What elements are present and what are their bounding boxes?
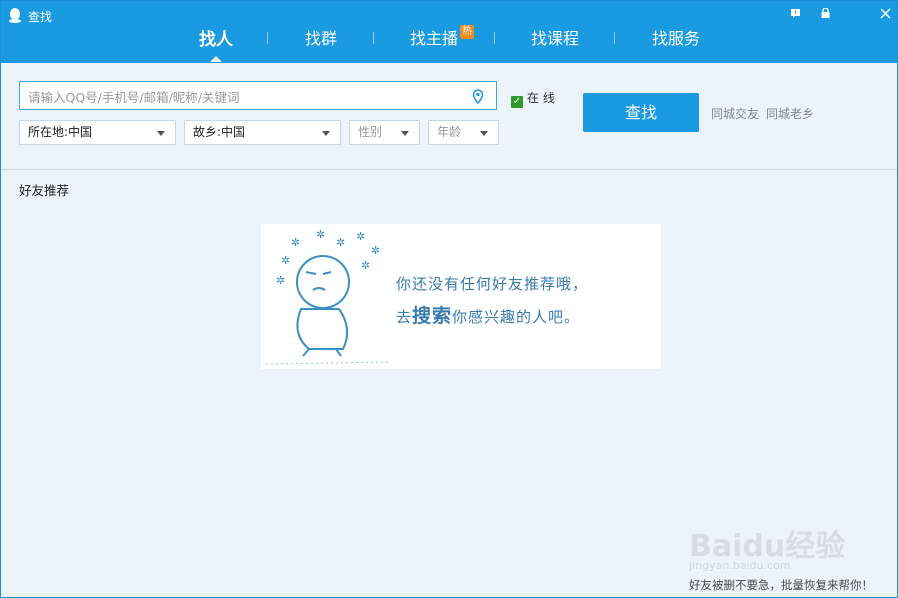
search-button[interactable]: 查找 <box>583 93 699 132</box>
footer-promo-link[interactable]: 好友被删不要急，批量恢复来帮你！ <box>689 577 873 593</box>
gender-select[interactable]: 性别 <box>349 120 420 145</box>
tab-label: 找服务 <box>652 29 701 48</box>
tab-label: 找课程 <box>531 29 580 48</box>
svg-text:✲: ✲ <box>291 236 300 249</box>
tab-find-service[interactable]: 找服务 <box>652 25 700 55</box>
find-window: 查找 找人 找群 找主播热 找课程 找服务 请输入QQ号/手机号/邮箱/昵称/关… <box>0 0 898 598</box>
tab-find-course[interactable]: 找课程 <box>531 25 579 55</box>
qq-penguin-icon <box>9 8 21 23</box>
online-filter[interactable]: ✓ 在 线 <box>511 89 555 108</box>
location-pin-icon[interactable] <box>472 89 484 105</box>
tab-separator <box>614 32 615 44</box>
line2-prefix: 去 <box>396 308 413 326</box>
tab-label: 找主播 <box>410 29 459 48</box>
svg-text:✲: ✲ <box>316 228 325 241</box>
title-bar: 查找 找人 找群 找主播热 找课程 找服务 <box>1 1 897 63</box>
empty-message-line2: 去搜索你感兴趣的人吧。 <box>396 301 580 328</box>
svg-text:✲: ✲ <box>371 244 380 257</box>
same-hometown-link[interactable]: 同城老乡 <box>766 105 814 122</box>
gender-value: 性别 <box>358 125 383 139</box>
dropdown-arrow-icon <box>157 131 165 136</box>
age-value: 年龄 <box>437 125 462 139</box>
age-select[interactable]: 年龄 <box>428 120 499 145</box>
svg-text:✲: ✲ <box>281 254 290 267</box>
location-select[interactable]: 所在地:中国 <box>19 120 176 145</box>
dropdown-arrow-icon <box>480 131 488 136</box>
hot-badge: 热 <box>460 25 475 39</box>
hometown-select[interactable]: 故乡:中国 <box>184 120 341 145</box>
checkbox-checked-icon[interactable]: ✓ <box>511 96 523 108</box>
sad-boy-icon: ✲✲ ✲ ✲✲✲ ✲✲ <box>265 228 392 365</box>
feedback-icon[interactable] <box>784 5 806 25</box>
tab-bar: 找人 找群 找主播热 找课程 找服务 <box>1 23 897 62</box>
tab-separator <box>494 32 495 44</box>
active-tab-indicator <box>210 56 222 62</box>
tab-find-group[interactable]: 找群 <box>305 25 337 55</box>
svg-text:✲: ✲ <box>361 259 370 272</box>
svg-text:✲: ✲ <box>356 230 365 243</box>
lock-icon[interactable] <box>814 5 836 25</box>
location-value: 所在地:中国 <box>28 125 93 139</box>
svg-text:✲: ✲ <box>276 274 285 287</box>
watermark-url: jingyan.baidu.com <box>689 559 791 572</box>
section-divider <box>1 169 897 170</box>
tab-separator <box>373 32 374 44</box>
search-input[interactable] <box>26 86 460 108</box>
svg-text:✲: ✲ <box>336 236 345 249</box>
online-label: 在 线 <box>527 91 555 105</box>
dropdown-arrow-icon <box>322 131 330 136</box>
hometown-value: 故乡:中国 <box>193 125 246 139</box>
close-icon[interactable] <box>874 5 896 25</box>
search-box <box>19 81 497 110</box>
tab-find-people[interactable]: 找人 <box>199 25 233 62</box>
same-city-link[interactable]: 同城交友 <box>711 105 759 122</box>
tab-label: 找群 <box>305 29 338 48</box>
empty-recommend-illustration: ✲ ✲ ✲ ✲ ✲ ✲ ✲ ✲ <box>261 224 661 369</box>
tab-find-streamer[interactable]: 找主播热 <box>410 25 475 55</box>
recommend-title: 好友推荐 <box>19 183 70 198</box>
empty-message-line1: 你还没有任何好友推荐哦， <box>396 275 589 293</box>
search-emphasis: 搜索 <box>412 305 453 327</box>
tab-label: 找人 <box>199 30 233 50</box>
baidu-jingyan-watermark: Baidu经验 jingyan.baidu.com <box>689 521 845 572</box>
dropdown-arrow-icon <box>401 131 409 136</box>
tab-separator <box>267 32 268 44</box>
line2-suffix: 你感兴趣的人吧。 <box>452 308 581 326</box>
